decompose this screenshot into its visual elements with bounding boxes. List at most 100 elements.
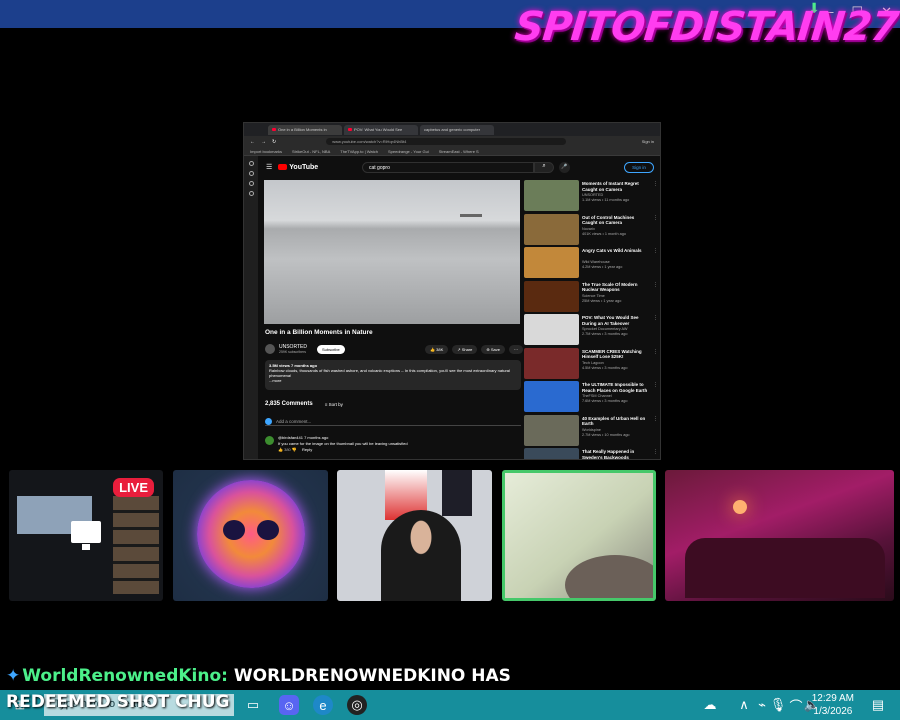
save-button[interactable]: ⊕ Save [481, 344, 505, 354]
search-icon[interactable]: ⌕ [534, 162, 554, 173]
microphone-icon[interactable]: 🎙 [768, 695, 788, 715]
more-options-icon[interactable]: ⋮ [653, 416, 658, 422]
add-comment-input[interactable]: Add a comment... [265, 417, 521, 426]
live-badge: LIVE [113, 478, 154, 497]
subscribe-button[interactable]: Subscribe [316, 344, 345, 354]
video-thumbnail[interactable] [524, 414, 579, 446]
description-more[interactable]: ...more [269, 378, 517, 383]
reply-button[interactable]: Reply [302, 447, 312, 452]
channel-row: UNSORTED 259K subscribers Subscribe 👍 38… [265, 342, 523, 356]
related-video-item[interactable]: POV: What You Would See During an AI Tak… [524, 314, 660, 348]
video-thumbnail[interactable] [524, 448, 579, 459]
more-options-icon[interactable]: ⋮ [653, 215, 658, 221]
browser-sign-in-button[interactable]: Sign in [642, 139, 654, 144]
related-video-item[interactable]: Moments of Instant Regret Caught on Came… [524, 180, 660, 214]
channel-avatar[interactable] [265, 344, 275, 354]
commenter-avatar[interactable] [265, 436, 274, 445]
related-video-item[interactable]: The ULTIMATE Impossible to Reach Places … [524, 381, 660, 415]
ship-silhouette [460, 214, 482, 217]
video-thumbnail[interactable] [524, 247, 579, 278]
related-video-item[interactable]: Angry Cats vs Wild Animals Wild Warehouse… [524, 247, 660, 281]
url-field[interactable]: www.youtube.com/watch?v=RlHqr4NhBt4 [326, 138, 567, 145]
like-button[interactable]: 👍 38K [425, 344, 449, 354]
neon-skull-avatar [197, 480, 305, 588]
related-video-title[interactable]: Out of Control Machines Caught on Camera [582, 215, 648, 226]
obs-icon[interactable]: ◎ [347, 695, 367, 715]
menu-icon[interactable]: ☰ [266, 163, 272, 171]
webcam-tile-streamer [337, 470, 492, 601]
preview-sidebar [113, 496, 159, 594]
back-icon[interactable]: ← [250, 139, 255, 145]
youtube-sign-in-button[interactable]: Sign in [624, 162, 654, 173]
related-video-item[interactable]: Out of Control Machines Caught on Camera… [524, 213, 660, 248]
share-button[interactable]: ↗ Share [452, 344, 478, 354]
brand-logo: SPITOFDISTAIN27 [512, 4, 900, 50]
weather-icon[interactable]: ☁ [700, 695, 720, 715]
sort-button[interactable]: ≡ Sort by [325, 402, 343, 407]
related-video-title[interactable]: That Really Happened in Sweden's Backwoo… [582, 449, 648, 459]
browser-tab[interactable]: One in a Billion Moments in [268, 124, 342, 135]
youtube-logo[interactable]: YouTube [278, 164, 318, 171]
more-icon[interactable]: ⋯ [509, 344, 523, 354]
youtube-search-input[interactable]: cat gopro [362, 162, 534, 173]
video-description[interactable]: 3.5M views 7 months ago Rainbow clouds, … [265, 360, 521, 390]
video-thumbnail[interactable] [524, 381, 579, 412]
more-options-icon[interactable]: ⋮ [653, 349, 658, 355]
discord-icon[interactable]: ☺ [279, 695, 299, 715]
bed-shape [685, 538, 885, 598]
chat-message-line1: ✦ WorldRenownedKino: WORLDRENOWNEDKINO HA… [6, 666, 511, 686]
sidebar-icon[interactable] [248, 171, 254, 176]
bookmark-item[interactable]: TheTVApp.to | Watch [340, 149, 378, 154]
related-video-title[interactable]: POV: What You Would See During an AI Tak… [582, 315, 648, 326]
related-video-meta: 401K views • 1 month ago [582, 231, 626, 236]
like-icon[interactable]: 👍 [278, 447, 283, 452]
bookmarks-bar: Import bookmarks StrikeOut - NFL, NBA Th… [244, 147, 660, 156]
browser-tab[interactable]: POV: What You Would See [344, 124, 418, 135]
video-thumbnail[interactable] [524, 180, 579, 211]
related-video-item[interactable]: SCAMMER CRIES Watching Himself Lose $25K… [524, 347, 660, 382]
avatar-tile [173, 470, 328, 601]
video-thumbnail[interactable] [524, 280, 579, 312]
related-video-item[interactable]: 40 Examples of Urban Hell on Earth Worlds… [524, 414, 660, 449]
browser-window: One in a Billion Moments in POV: What Yo… [243, 122, 661, 460]
video-thumbnail[interactable] [524, 314, 579, 345]
related-video-title[interactable]: The True Scale Of Modern Nuclear Weapons [582, 282, 648, 293]
video-thumbnail[interactable] [524, 213, 579, 245]
related-video-title[interactable]: The ULTIMATE Impossible to Reach Places … [582, 382, 648, 393]
mic-icon[interactable]: 🎤 [559, 162, 570, 173]
video-thumbnail[interactable] [524, 347, 579, 379]
more-options-icon[interactable]: ⋮ [653, 315, 658, 321]
related-video-item[interactable]: That Really Happened in Sweden's Backwoo… [524, 448, 660, 459]
more-options-icon[interactable]: ⋮ [653, 382, 658, 388]
related-video-title[interactable]: SCAMMER CRIES Watching Himself Lose $25K… [582, 349, 648, 360]
more-options-icon[interactable]: ⋮ [653, 282, 658, 288]
related-video-title[interactable]: Moments of Instant Regret Caught on Came… [582, 181, 648, 192]
sidebar-icon[interactable] [248, 161, 254, 166]
browser-tab[interactable]: capbetus and generic computer [420, 124, 494, 135]
related-video-meta: 25M views • 1 year ago [582, 298, 622, 303]
related-video-title[interactable]: Angry Cats vs Wild Animals [582, 248, 648, 254]
forward-icon[interactable]: → [261, 139, 266, 145]
more-options-icon[interactable]: ⋮ [653, 248, 658, 254]
comment-item: @birdsfan441 7 months ago If you came fo… [265, 435, 521, 453]
edge-icon[interactable]: e [313, 695, 333, 715]
comments-header: 2,835 Comments ≡ Sort by [265, 401, 343, 407]
related-video-title[interactable]: 40 Examples of Urban Hell on Earth [582, 416, 648, 427]
bookmark-item[interactable]: StreamEast - Where S [439, 149, 479, 154]
chat-text: WORLDRENOWNEDKINO HAS [233, 666, 511, 686]
reload-icon[interactable]: ↻ [272, 139, 276, 145]
dislike-icon[interactable]: 👎 [292, 447, 297, 452]
sidebar-icon[interactable] [248, 191, 254, 196]
related-video-item[interactable]: The True Scale Of Modern Nuclear Weapons… [524, 280, 660, 315]
bookmark-item[interactable]: StrikeOut - NFL, NBA [292, 149, 330, 154]
more-options-icon[interactable]: ⋮ [653, 449, 658, 455]
clock[interactable]: 12:29 AM 1/3/2026 [812, 692, 854, 718]
sidebar-icon[interactable] [248, 181, 254, 186]
task-view-icon[interactable]: ▭ [243, 695, 263, 715]
video-player[interactable] [264, 180, 520, 324]
chevron-up-icon[interactable]: ∧ [734, 695, 754, 715]
bookmark-item[interactable]: Speedrange - Your Gui [388, 149, 429, 154]
bookmark-item[interactable]: Import bookmarks [250, 149, 282, 154]
notifications-icon[interactable]: ▤ [868, 695, 888, 715]
more-options-icon[interactable]: ⋮ [653, 181, 658, 187]
